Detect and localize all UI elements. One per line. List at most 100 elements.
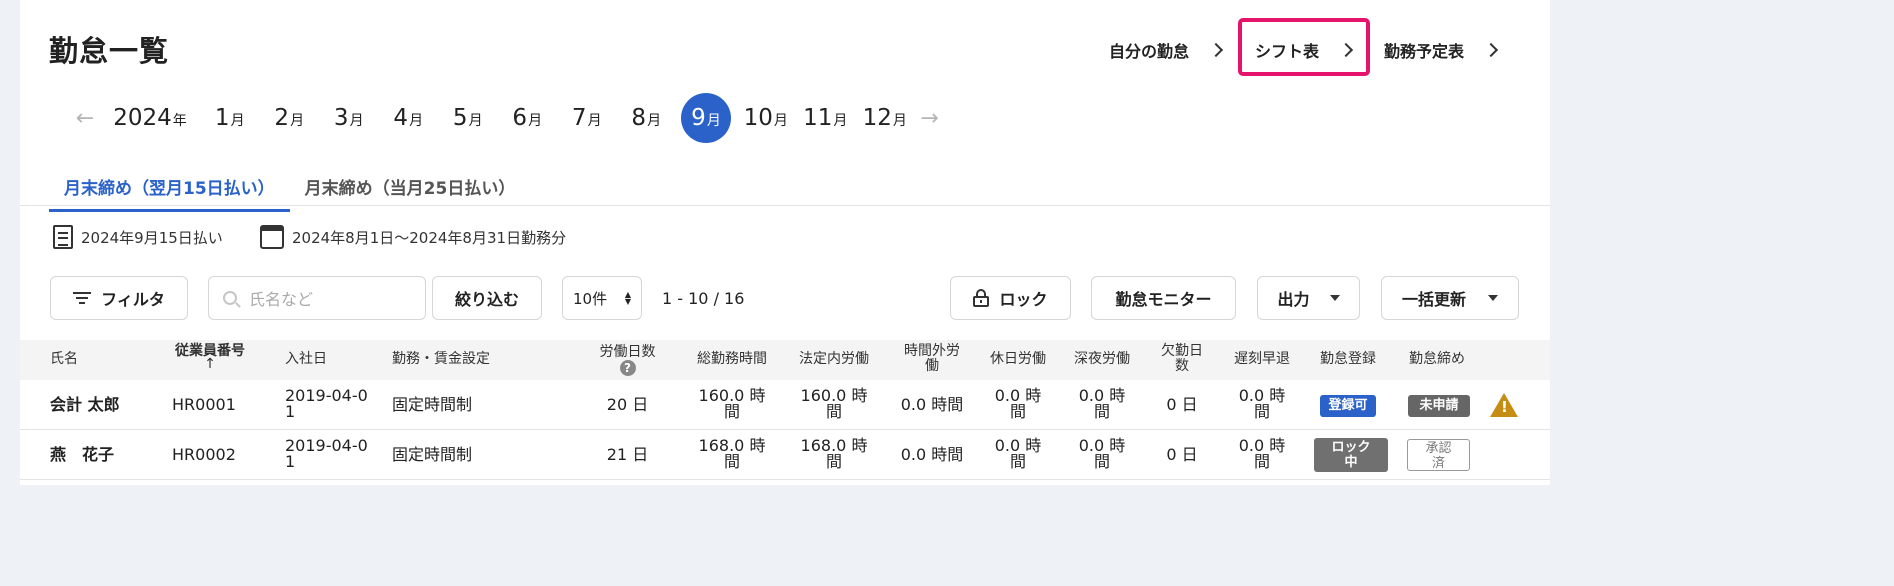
tab-divider <box>20 205 1550 206</box>
cell-absent: 0 日 <box>1166 395 1198 414</box>
cell-holiday: 0.0 時間 <box>994 386 1042 421</box>
month-1[interactable]: 1月 <box>200 93 260 143</box>
th-closing[interactable]: 勤怠締め <box>1399 352 1475 367</box>
cell-employee-no: HR0001 <box>172 395 236 414</box>
cell-work-setting: 固定時間制 <box>392 445 473 464</box>
th-absent-l2: 数 <box>1175 358 1189 374</box>
th-absent-l1: 欠勤日 <box>1161 343 1203 359</box>
month-2[interactable]: 2月 <box>260 93 320 143</box>
month-8[interactable]: 8月 <box>617 93 677 143</box>
registration-badge[interactable]: 登録可 <box>1320 395 1376 417</box>
th-work-days-label: 労働日数 <box>599 344 656 360</box>
bulk-update-label: 一括更新 <box>1401 290 1466 309</box>
schedule-table-link[interactable]: 勤務予定表 <box>1384 38 1499 62</box>
th-overtime-l2: 働 <box>925 358 939 374</box>
search-input[interactable]: 氏名など <box>208 276 426 320</box>
th-work-days[interactable]: 労働日数 ? <box>590 345 665 376</box>
warning-icon[interactable]: ! <box>1490 393 1518 417</box>
search-icon <box>223 291 237 305</box>
help-icon[interactable]: ? <box>619 360 636 376</box>
schedule-table-label: 勤務予定表 <box>1384 42 1465 61</box>
th-overtime[interactable]: 時間外労 働 <box>892 344 972 374</box>
month-4[interactable]: 4月 <box>379 93 439 143</box>
caret-down-icon <box>1488 295 1498 301</box>
th-hire-date[interactable]: 入社日 <box>285 352 327 367</box>
bulk-update-button[interactable]: 一括更新 <box>1381 276 1519 320</box>
th-absent[interactable]: 欠勤日 数 <box>1148 344 1216 374</box>
cell-night: 0.0 時間 <box>1078 436 1126 471</box>
output-label: 出力 <box>1277 290 1310 309</box>
month-5[interactable]: 5月 <box>438 93 498 143</box>
calendar-icon <box>260 225 284 249</box>
cell-work-days: 21 日 <box>606 445 649 464</box>
cell-holiday: 0.0 時間 <box>994 436 1042 471</box>
filter-icon <box>73 292 92 304</box>
cell-late: 0.0 時間 <box>1238 436 1286 471</box>
th-name[interactable]: 氏名 <box>50 352 78 367</box>
cell-overtime: 0.0 時間 <box>900 395 964 414</box>
cell-legal-hours: 160.0 時間 <box>800 386 868 421</box>
th-night[interactable]: 深夜労働 <box>1062 352 1142 367</box>
narrow-down-button[interactable]: 絞り込む <box>432 276 542 320</box>
per-page-value: 10件 <box>573 289 608 308</box>
closing-approved-badge[interactable]: 承認済 <box>1407 439 1470 471</box>
cell-employee-no: HR0002 <box>172 445 236 464</box>
th-total-hours[interactable]: 総勤務時間 <box>684 352 780 367</box>
shift-table-link[interactable]: シフト表 <box>1255 38 1354 62</box>
cell-name[interactable]: 会計 太郎 <box>50 397 120 413</box>
month-6[interactable]: 6月 <box>498 93 558 143</box>
month-9-selected[interactable]: 9月 <box>681 93 731 143</box>
table-row[interactable]: 燕 花子 HR0002 2019-04-0 1 固定時間制 21 日 168.0 … <box>20 430 1550 480</box>
next-arrow-icon[interactable]: → <box>915 106 945 131</box>
filter-button[interactable]: フィルタ <box>50 276 188 320</box>
chevron-right-icon <box>1208 42 1224 58</box>
month-12[interactable]: 12 月 <box>855 93 915 143</box>
th-late[interactable]: 遅刻早退 <box>1224 352 1300 367</box>
per-page-select[interactable]: 10件 ▲ ▼ <box>562 276 642 320</box>
cell-hire-date: 2019-04-0 1 <box>285 386 368 421</box>
attendance-monitor-button[interactable]: 勤怠モニター <box>1091 276 1236 320</box>
lock-button[interactable]: ロック <box>950 276 1071 320</box>
period-text: 2024年8月1日〜2024年8月31日勤務分 <box>292 228 567 247</box>
th-registration[interactable]: 勤怠登録 <box>1310 352 1386 367</box>
th-legal-hours[interactable]: 法定内労働 <box>786 352 882 367</box>
chevron-right-icon <box>1483 42 1499 58</box>
lock-label: ロック <box>999 290 1048 309</box>
period-info: 2024年8月1日〜2024年8月31日勤務分 <box>260 225 566 249</box>
th-work-setting[interactable]: 勤務・賃金設定 <box>392 352 490 367</box>
page-title: 勤怠一覧 <box>49 34 170 68</box>
th-employee-no[interactable]: 従業員番号 ↑ <box>170 344 250 372</box>
lock-icon <box>973 289 990 307</box>
select-updown-icon: ▲ ▼ <box>624 290 631 306</box>
caret-down-icon <box>1329 295 1340 301</box>
cell-name[interactable]: 燕 花子 <box>50 447 114 463</box>
table-header: 氏名 従業員番号 ↑ 入社日 勤務・賃金設定 労働日数 ? 総勤務時間 法定内労… <box>20 340 1550 380</box>
cell-legal-hours: 168.0 時間 <box>800 436 868 471</box>
payday-text: 2024年9月15日払い <box>81 228 223 247</box>
my-attendance-link[interactable]: 自分の勤怠 <box>1109 38 1224 62</box>
cell-work-days: 20 日 <box>606 395 649 414</box>
cell-late: 0.0 時間 <box>1238 386 1286 421</box>
prev-arrow-icon[interactable]: ← <box>70 106 100 131</box>
th-holiday[interactable]: 休日労働 <box>978 352 1058 367</box>
cell-absent: 0 日 <box>1166 445 1198 464</box>
year-label[interactable]: 2024 年 <box>100 93 200 143</box>
sort-up-arrow-icon: ↑ <box>204 356 216 372</box>
month-11[interactable]: 11 月 <box>796 93 856 143</box>
attendance-list-page: 勤怠一覧 自分の勤怠 シフト表 勤務予定表 ← 2024 年 1月 2月 3月 4… <box>20 0 1550 485</box>
payday-info: 2024年9月15日払い <box>53 225 223 249</box>
registration-locked-badge[interactable]: ロック中 <box>1314 438 1388 472</box>
cell-total-hours: 160.0 時間 <box>698 386 766 421</box>
month-10[interactable]: 10 月 <box>736 93 796 143</box>
cell-total-hours: 168.0 時間 <box>698 436 766 471</box>
month-3[interactable]: 3月 <box>319 93 379 143</box>
month-navigation: ← 2024 年 1月 2月 3月 4月 5月 6月 7月 8月 9月 10 月 1… <box>70 92 945 144</box>
cell-overtime: 0.0 時間 <box>900 445 964 464</box>
table-row[interactable]: 会計 太郎 HR0001 2019-04-0 1 固定時間制 20 日 160.0… <box>20 380 1550 430</box>
closing-status-badge[interactable]: 未申請 <box>1408 395 1470 417</box>
chevron-right-icon <box>1338 42 1354 58</box>
output-button[interactable]: 出力 <box>1257 276 1360 320</box>
month-7[interactable]: 7月 <box>557 93 617 143</box>
filter-label: フィルタ <box>101 290 165 309</box>
cell-night: 0.0 時間 <box>1078 386 1126 421</box>
